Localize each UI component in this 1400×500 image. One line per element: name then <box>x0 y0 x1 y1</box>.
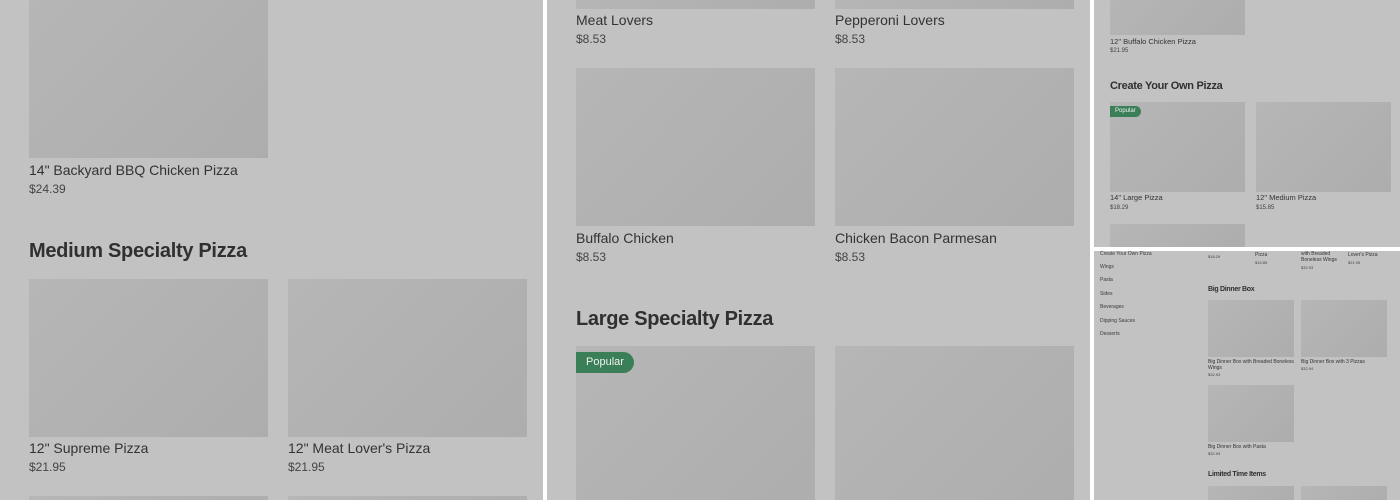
product-price: $8.53 <box>835 250 866 264</box>
product-price: $18.29 <box>1110 205 1129 211</box>
product-image[interactable] <box>576 68 815 226</box>
menu-panel-1: 14" Backyard BBQ Chicken Pizza $24.39 Me… <box>0 0 543 500</box>
product-price: $32.93 <box>1208 451 1221 456</box>
product-price: $21.95 <box>1110 48 1129 54</box>
product-price: $32.93 <box>1208 372 1221 377</box>
product-image[interactable] <box>1110 0 1245 35</box>
product-name[interactable]: Pizza <box>1255 252 1267 258</box>
section-heading: Create Your Own Pizza <box>1110 80 1223 92</box>
nav-item-pasta[interactable]: Pasta <box>1100 277 1113 283</box>
product-name[interactable]: 12" Supreme Pizza <box>29 440 148 456</box>
product-image[interactable] <box>1208 486 1294 500</box>
product-name[interactable]: 12" Buffalo Chicken Pizza <box>1110 37 1196 46</box>
product-name[interactable]: Chicken Bacon Parmesan <box>835 230 997 246</box>
product-image[interactable] <box>835 0 1074 9</box>
product-image[interactable] <box>288 496 527 500</box>
popular-badge: Popular <box>576 352 634 373</box>
product-price: $24.39 <box>29 182 66 196</box>
product-name[interactable]: Big Dinner Box with 3 Pizzas <box>1301 359 1365 365</box>
nav-item-beverages[interactable]: Beverages <box>1100 304 1124 310</box>
product-image[interactable] <box>1208 385 1294 442</box>
product-image[interactable] <box>1301 300 1387 357</box>
product-name[interactable]: Big Dinner Box with Pasta <box>1208 444 1266 450</box>
product-image[interactable] <box>576 0 815 9</box>
section-heading: Limited Time Items <box>1208 471 1266 478</box>
product-image[interactable] <box>29 279 268 437</box>
product-price: $15.85 <box>1256 205 1275 211</box>
product-name[interactable]: 14" Backyard BBQ Chicken Pizza <box>29 162 238 178</box>
product-name[interactable]: Lover's Pizza <box>1348 252 1378 258</box>
product-image[interactable] <box>288 279 527 437</box>
product-image[interactable] <box>835 346 1074 500</box>
product-price: $8.53 <box>576 32 607 46</box>
product-price: $18.29 <box>1208 254 1221 259</box>
menu-panel-3: 12" Buffalo Chicken Pizza $21.95 Create … <box>1094 0 1400 247</box>
product-name[interactable]: Pepperoni Lovers <box>835 12 945 28</box>
nav-item-wings[interactable]: Wings <box>1100 264 1114 270</box>
product-name[interactable]: Meat Lovers <box>576 12 653 28</box>
product-price: $15.85 <box>1255 260 1268 265</box>
product-image[interactable] <box>1110 224 1245 247</box>
menu-panel-2: Meat Lovers $8.53 Pepperoni Lovers $8.53… <box>547 0 1090 500</box>
nav-item-create-your-own-pizza[interactable]: Create Your Own Pizza <box>1100 251 1152 257</box>
product-name[interactable]: with Breaded Boneless Wings <box>1301 251 1341 263</box>
product-name[interactable]: 12" Meat Lover's Pizza <box>288 440 430 456</box>
product-name[interactable]: 14" Large Pizza <box>1110 193 1163 202</box>
product-image[interactable] <box>1208 300 1294 357</box>
product-price: $32.94 <box>1301 366 1314 371</box>
product-price: $8.53 <box>576 250 607 264</box>
nav-item-sides[interactable]: Sides <box>1100 291 1113 297</box>
nav-item-dipping-sauces[interactable]: Dipping Sauces <box>1100 318 1135 324</box>
product-price: $8.53 <box>835 32 866 46</box>
section-heading: Medium Specialty Pizza <box>29 240 247 262</box>
product-price: $21.95 <box>1348 260 1361 265</box>
popular-badge: Popular <box>1110 106 1141 117</box>
product-name[interactable]: Buffalo Chicken <box>576 230 674 246</box>
product-image[interactable] <box>1256 102 1391 192</box>
product-price: $21.95 <box>288 460 325 474</box>
product-image[interactable] <box>835 68 1074 226</box>
product-price: $32.93 <box>1301 265 1314 270</box>
section-heading: Big Dinner Box <box>1208 286 1255 293</box>
nav-item-desserts[interactable]: Desserts <box>1100 331 1120 337</box>
product-price: $21.95 <box>29 460 66 474</box>
section-heading: Large Specialty Pizza <box>576 308 774 330</box>
menu-panel-4: Create Your Own Pizza Wings Pasta Sides … <box>1094 251 1400 500</box>
product-name[interactable]: Big Dinner Box with Breaded Boneless Win… <box>1208 359 1294 371</box>
product-image[interactable] <box>29 0 268 158</box>
product-image[interactable] <box>29 496 268 500</box>
product-name[interactable]: 12" Medium Pizza <box>1256 193 1316 202</box>
product-image[interactable] <box>1301 486 1387 500</box>
